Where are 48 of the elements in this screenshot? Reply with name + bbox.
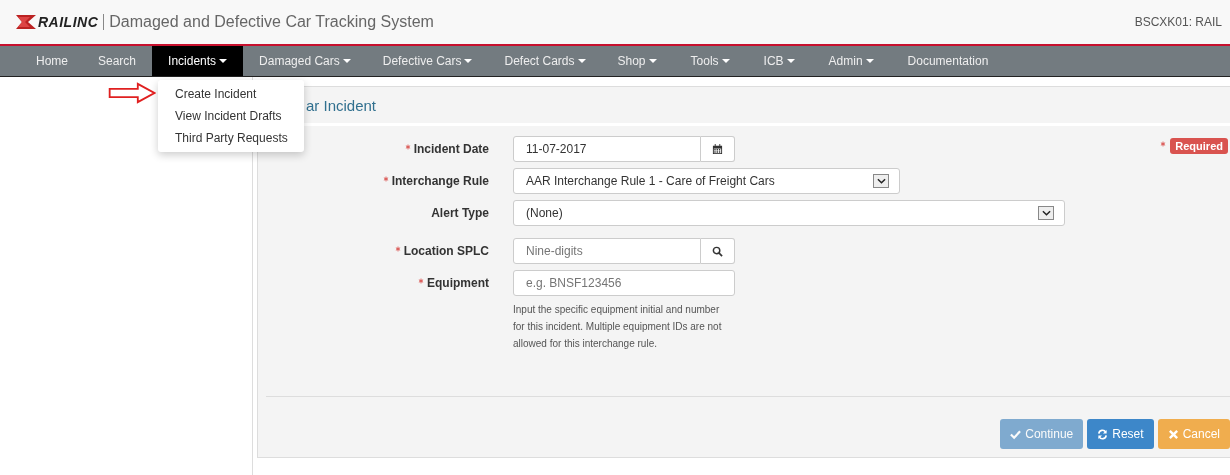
brand-name: RAILINC [38, 14, 105, 30]
search-button[interactable] [701, 238, 735, 264]
nav-item[interactable]: Tools [676, 46, 744, 76]
asterisk-icon [382, 175, 389, 182]
select-field[interactable]: AAR Interchange Rule 1 - Care of Freight Cars [513, 168, 900, 194]
field-label: Interchange Rule [391, 174, 489, 188]
select-field[interactable]: (None) [513, 200, 1065, 226]
dropdown-icon [1038, 206, 1054, 220]
nav-item[interactable]: Defective Cars [368, 46, 487, 76]
nav-item[interactable]: Incidents [152, 46, 244, 76]
field-label: Location SPLC [403, 244, 489, 258]
app-title: Damaged and Defective Car Tracking System [109, 13, 434, 31]
nav-item[interactable]: Shop [603, 46, 671, 76]
calendar-icon [712, 143, 723, 155]
nav-item[interactable]: Admin [814, 46, 888, 76]
required-badge: Required [1170, 138, 1228, 154]
refresh-icon [1097, 428, 1109, 440]
date-field[interactable]: 11-07-2017 [513, 136, 701, 162]
search-icon [712, 245, 723, 257]
nav-item[interactable]: ICB [749, 46, 809, 76]
help-text: Input the specific equipment initial and number for this incident. Multiple equipment IDs are not allowed for this interchange rule. [513, 303, 723, 351]
field-label: Equipment [427, 276, 489, 290]
field-label: Incident Date [413, 142, 489, 156]
pointer-arrow-icon [108, 82, 156, 104]
nav-item[interactable]: Documentation [893, 46, 1003, 76]
field-label: Alert Type [431, 206, 489, 220]
nav-item[interactable]: Search [84, 46, 151, 76]
railinc-logo-icon [16, 15, 36, 29]
asterisk-icon [1160, 140, 1167, 147]
calendar-button[interactable] [701, 136, 735, 162]
asterisk-icon [404, 143, 411, 150]
nav-item[interactable]: Home [22, 46, 82, 76]
close-icon [1167, 428, 1179, 440]
menu-item[interactable]: View Incident Drafts [158, 105, 304, 127]
nav-item[interactable]: Defect Cards [490, 46, 600, 76]
menu-item[interactable]: Create Incident [158, 83, 304, 105]
asterisk-icon [394, 245, 401, 252]
panel-title: ar Incident [306, 96, 377, 114]
user-id: BSCXK01: RAIL [1134, 15, 1222, 29]
splc-field[interactable]: Nine-digits [513, 238, 701, 264]
reset-button[interactable]: Reset [1087, 419, 1154, 449]
asterisk-icon [418, 277, 424, 284]
equipment-field[interactable]: e.g. BNSF123456 [513, 270, 735, 296]
cancel-button[interactable]: Cancel [1157, 419, 1230, 449]
nav-item[interactable]: Damaged Cars [245, 46, 365, 76]
checkmark-icon [1010, 428, 1022, 440]
dropdown-icon [873, 174, 889, 188]
menu-item[interactable]: Third Party Requests [158, 127, 304, 149]
